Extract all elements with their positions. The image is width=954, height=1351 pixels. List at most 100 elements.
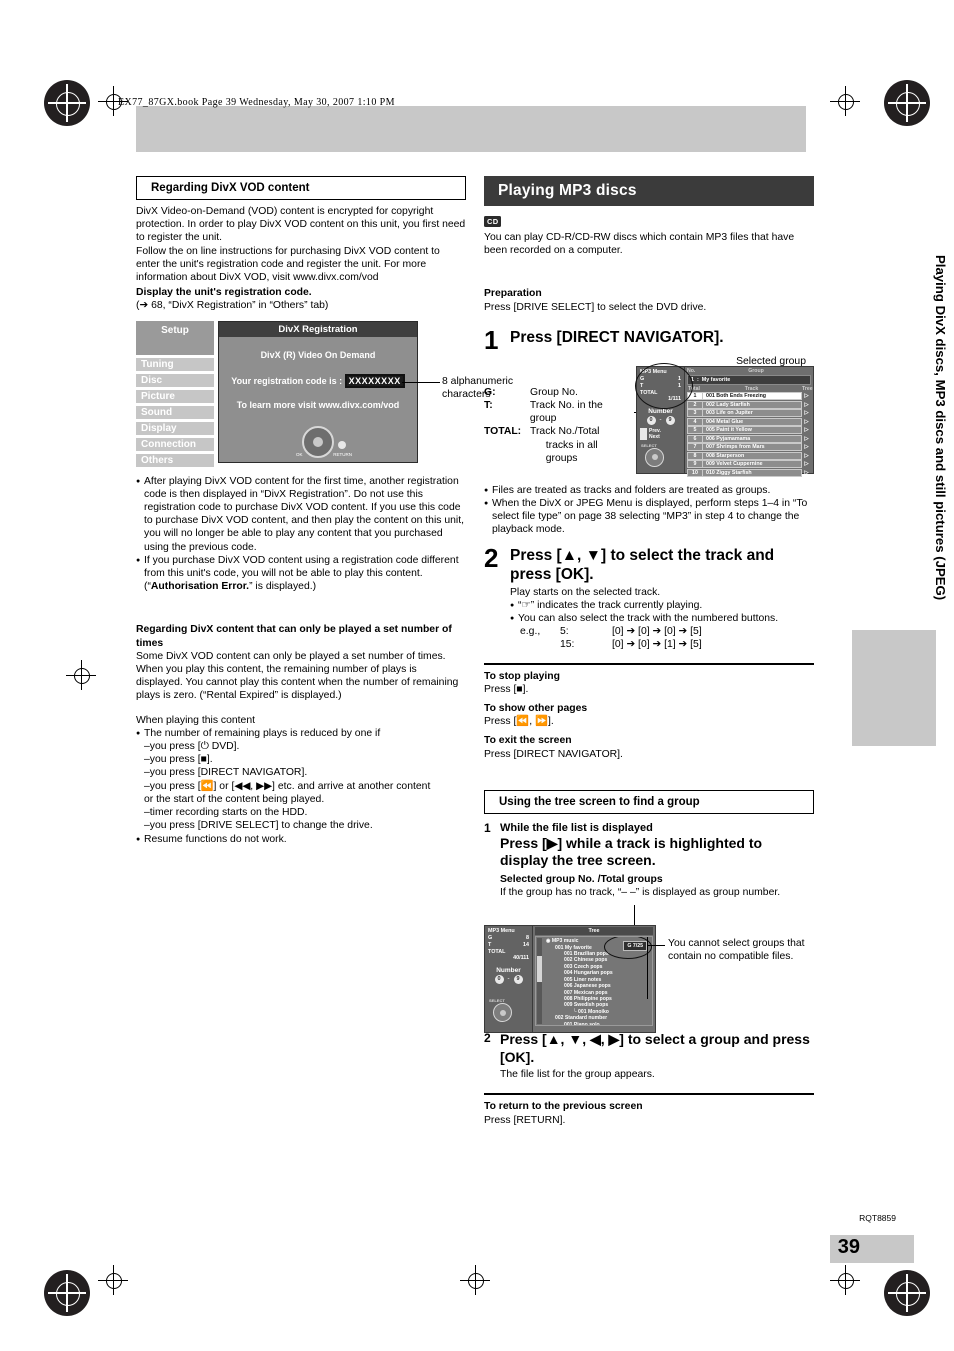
tree-screen-title: MP3 Menu [488,928,515,935]
setup-menu-header: Setup [136,320,214,355]
exit-screen-heading: To exit the screen [484,735,572,747]
mp3-menu-selected-group-row[interactable]: 1 : My favorite [687,374,811,385]
track-name: 003 Life on Jupiter [703,409,802,418]
setup-item-tuning[interactable]: Tuning [136,356,214,371]
tree-arrow-icon[interactable]: ▷ [802,393,811,399]
tree-step-1-condition: While the file list is displayed [500,821,653,834]
track-name: 007 Shrimps from Mars [703,443,802,452]
other-pages-body: Press [⏪, ⏩]. [484,716,554,728]
mp3-menu-number-buttons: 0 - 9 [637,415,684,425]
track-row[interactable]: 8 008 Starperson ▷ [687,451,811,460]
number-button-0[interactable]: 0 [494,975,504,985]
authorisation-error-text: Authorisation Error. [150,581,250,593]
tree-arrow-icon[interactable]: ▷ [802,470,811,476]
tree-screen-sidebar: MP3 Menu G 8 T 14 TOTAL 40/111 Number 0 … [485,926,533,1033]
tree-arrow-icon[interactable]: ▷ [802,402,811,408]
registration-mark-bottom-left [44,1270,90,1316]
tree-header-label: Tree [535,927,653,936]
manual-page: EX77_87GX.book Page 39 Wednesday, May 30… [0,0,954,1351]
legend-desc-t: Track No. in the group [529,400,603,425]
track-row[interactable]: 4 004 Metal Glue ▷ [687,417,811,426]
legend-key-t: T: [484,400,493,412]
tree-item-label: 001 My favorite [555,944,592,951]
track-row[interactable]: 10 010 Ziggy Starfish ▷ [687,468,811,477]
crop-mark-bottom-center [460,1265,490,1295]
track-row[interactable]: 6 006 Pyjamamama ▷ [687,434,811,443]
return-body: Press [RETURN]. [484,1114,566,1126]
when-playing-bullet-1: The number of remaining plays is reduced… [136,727,466,740]
tree-number-buttons: 0 - 9 [485,975,532,985]
tree-item-label: 006 Japanese pops [564,983,611,990]
tree-callout-text: You cannot select groups that contain no… [668,938,805,963]
tree-total-label: TOTAL [488,949,506,956]
dash-item-2: –you press [■]. [144,754,213,766]
tree-screen-group-row: G 8 [485,934,532,941]
dash-item-5: –timer recording starts on the HDD. [144,807,308,819]
next-button-row[interactable]: Next [640,433,684,440]
crop-mark-bottom-right [830,1265,860,1295]
step-2-sub: Play starts on the selected track. [510,586,661,598]
legend-desc-g: Group No. [530,386,578,398]
number-button-9[interactable]: 9 [513,975,523,985]
number-range-dash: - [659,416,662,423]
mp3-note-1: Files are treated as tracks and folders … [484,484,814,497]
track-number: 3 [687,409,703,418]
tree-arrow-icon[interactable]: ▷ [802,427,811,433]
tree-arrow-icon[interactable]: ▷ [802,410,811,416]
setup-item-connection[interactable]: Connection [136,436,214,451]
tree-arrow-icon[interactable]: ▷ [802,419,811,425]
setup-item-sound[interactable]: Sound [136,404,214,419]
divx-vod-notes-list: After playing DivX VOD content for the f… [136,475,466,594]
legend-desc-total-cont: tracks in all groups [545,439,598,464]
tree-screen: MP3 Menu G 8 T 14 TOTAL 40/111 Number 0 … [484,925,656,1034]
tree-dpad-icon [493,1003,515,1023]
tree-arrow-icon[interactable]: ▷ [802,444,811,450]
tree-step-1-text: Press [▶] while a track is highlighted t… [500,834,763,869]
setup-item-disc[interactable]: Disc [136,372,214,387]
track-row[interactable]: 7 007 Shrimps from Mars ▷ [687,443,811,452]
step-2-bullet-2: You can also select the track with the n… [510,612,814,625]
mp3-note-2: When the DivX or JPEG Menu is displayed,… [484,497,814,537]
setup-item-others[interactable]: Others [136,452,214,467]
col-header-track: Track [744,385,759,392]
legend-row-g: G: Group No. [484,386,632,399]
mp3-menu-track-header: Total Track Tree [685,385,813,392]
header-gray-bar [136,106,806,152]
step-2-bullet-1: “☞” indicates the track currently playin… [510,599,814,612]
page-number: 39 [837,1236,860,1258]
step-1-text: Press [DIRECT NAVIGATOR]. [510,328,724,346]
tree-arrow-icon[interactable]: ▷ [802,436,811,442]
dash-item-4: –you press [⏪] or [◀◀, ▶▶] etc. and arri… [144,780,431,792]
track-row[interactable]: 5 005 Paint it Yellow ▷ [687,426,811,435]
registration-mark-top-left [44,80,90,126]
setup-item-picture[interactable]: Picture [136,388,214,403]
tree-badge-leader-line [634,905,635,926]
dpad-return-label: RETURN [333,451,352,457]
chapter-side-tab [852,630,936,746]
setup-item-display[interactable]: Display [136,420,214,435]
track-name: 010 Ziggy Starfish [703,468,802,477]
dpad-ring-icon [302,425,334,458]
number-button-0[interactable]: 0 [646,415,656,425]
tree-scrollbar[interactable] [537,938,542,1025]
track-row[interactable]: 1 001 Both Ends Freezing ▷ [687,392,811,401]
mp3-menu-page-buttons: Prev. Next [637,427,684,440]
tree-scrollbar-thumb[interactable] [537,956,542,983]
mp3-intro-text: You can play CD-R/CD-RW discs which cont… [484,232,795,257]
number-button-9[interactable]: 9 [665,415,675,425]
divx-registration-figure: Setup Tuning Disc Picture Sound Display … [136,320,513,467]
divx-panel-line2: Your registration code is : XXXXXXXX [219,373,417,388]
mp3-menu-number-label: Number [648,407,673,415]
track-row[interactable]: 3 003 Life on Jupiter ▷ [687,409,811,418]
track-number: 4 [687,417,703,426]
tree-arrow-icon[interactable]: ▷ [802,461,811,467]
return-heading: To return to the previous screen [484,1101,643,1113]
tree-item[interactable]: 001 Piano solo [546,1022,650,1026]
registration-mark-top-right [884,80,930,126]
track-row[interactable]: 9 009 Velvet Cuppernine ▷ [687,460,811,469]
resume-bullet: Resume functions do not work. [136,833,466,846]
legend-row-t: T: Track No. in the group [484,399,632,425]
right-column: Playing MP3 discs CD You can play CD-R/C… [484,176,814,1127]
tree-arrow-icon[interactable]: ▷ [802,453,811,459]
track-row[interactable]: 2 002 Lady Starfish ▷ [687,400,811,409]
